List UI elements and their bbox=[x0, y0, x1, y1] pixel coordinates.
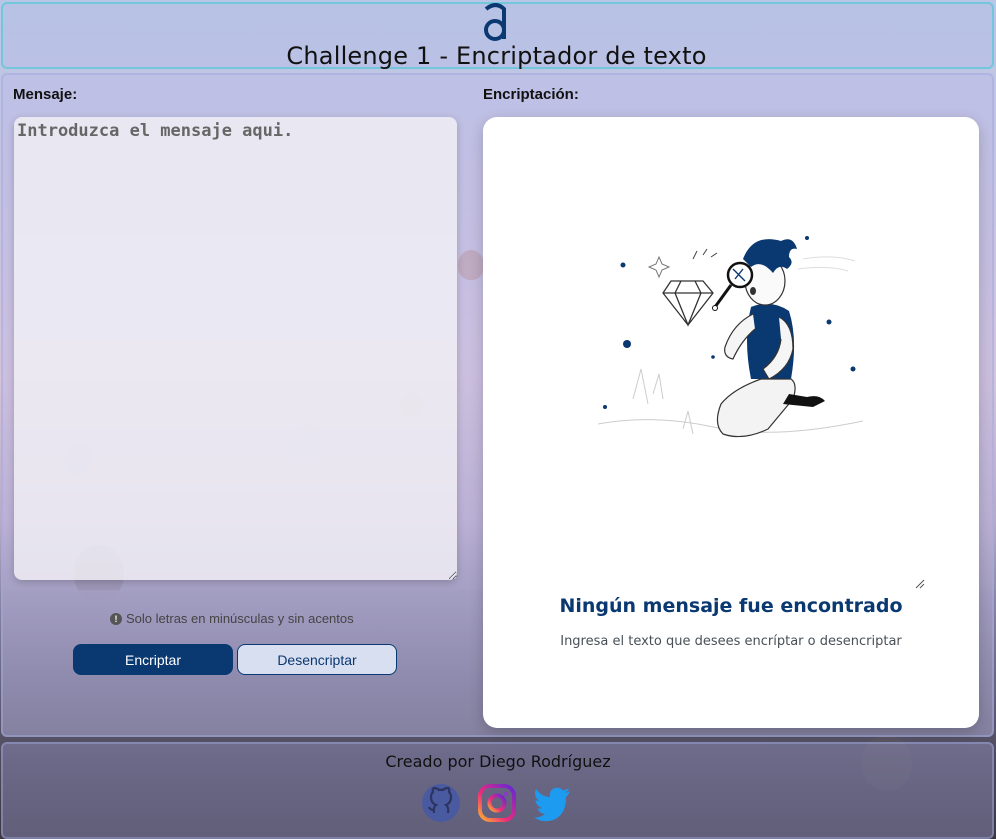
message-input[interactable] bbox=[14, 117, 457, 580]
searching-person-illustration bbox=[597, 236, 864, 438]
info-icon: ! bbox=[110, 612, 122, 625]
hint-text: ! Solo letras en minúsculas y sin acento… bbox=[110, 611, 354, 626]
footer-credit: Creado por Diego Rodríguez bbox=[385, 752, 611, 771]
twitter-icon[interactable] bbox=[532, 783, 572, 823]
alura-a-logo-icon bbox=[484, 3, 506, 41]
empty-state-title: Ningún mensaje fue encontrado bbox=[559, 595, 903, 617]
encryption-label: Encriptación: bbox=[483, 86, 579, 103]
decrypt-button[interactable]: Desencriptar bbox=[237, 644, 397, 675]
empty-state-subtitle: Ingresa el texto que desees encríptar o … bbox=[560, 634, 902, 649]
page-title: Challenge 1 - Encriptador de texto bbox=[286, 42, 707, 70]
resize-grip-icon[interactable] bbox=[913, 577, 925, 589]
message-label: Mensaje: bbox=[13, 86, 78, 103]
github-icon[interactable] bbox=[421, 783, 461, 823]
hint-label: Solo letras en minúsculas y sin acentos bbox=[126, 611, 354, 626]
result-output[interactable]: Ningún mensaje fue encontrado Ingresa el… bbox=[483, 117, 979, 728]
encrypt-button[interactable]: Encriptar bbox=[73, 644, 233, 675]
instagram-icon[interactable] bbox=[477, 783, 517, 823]
